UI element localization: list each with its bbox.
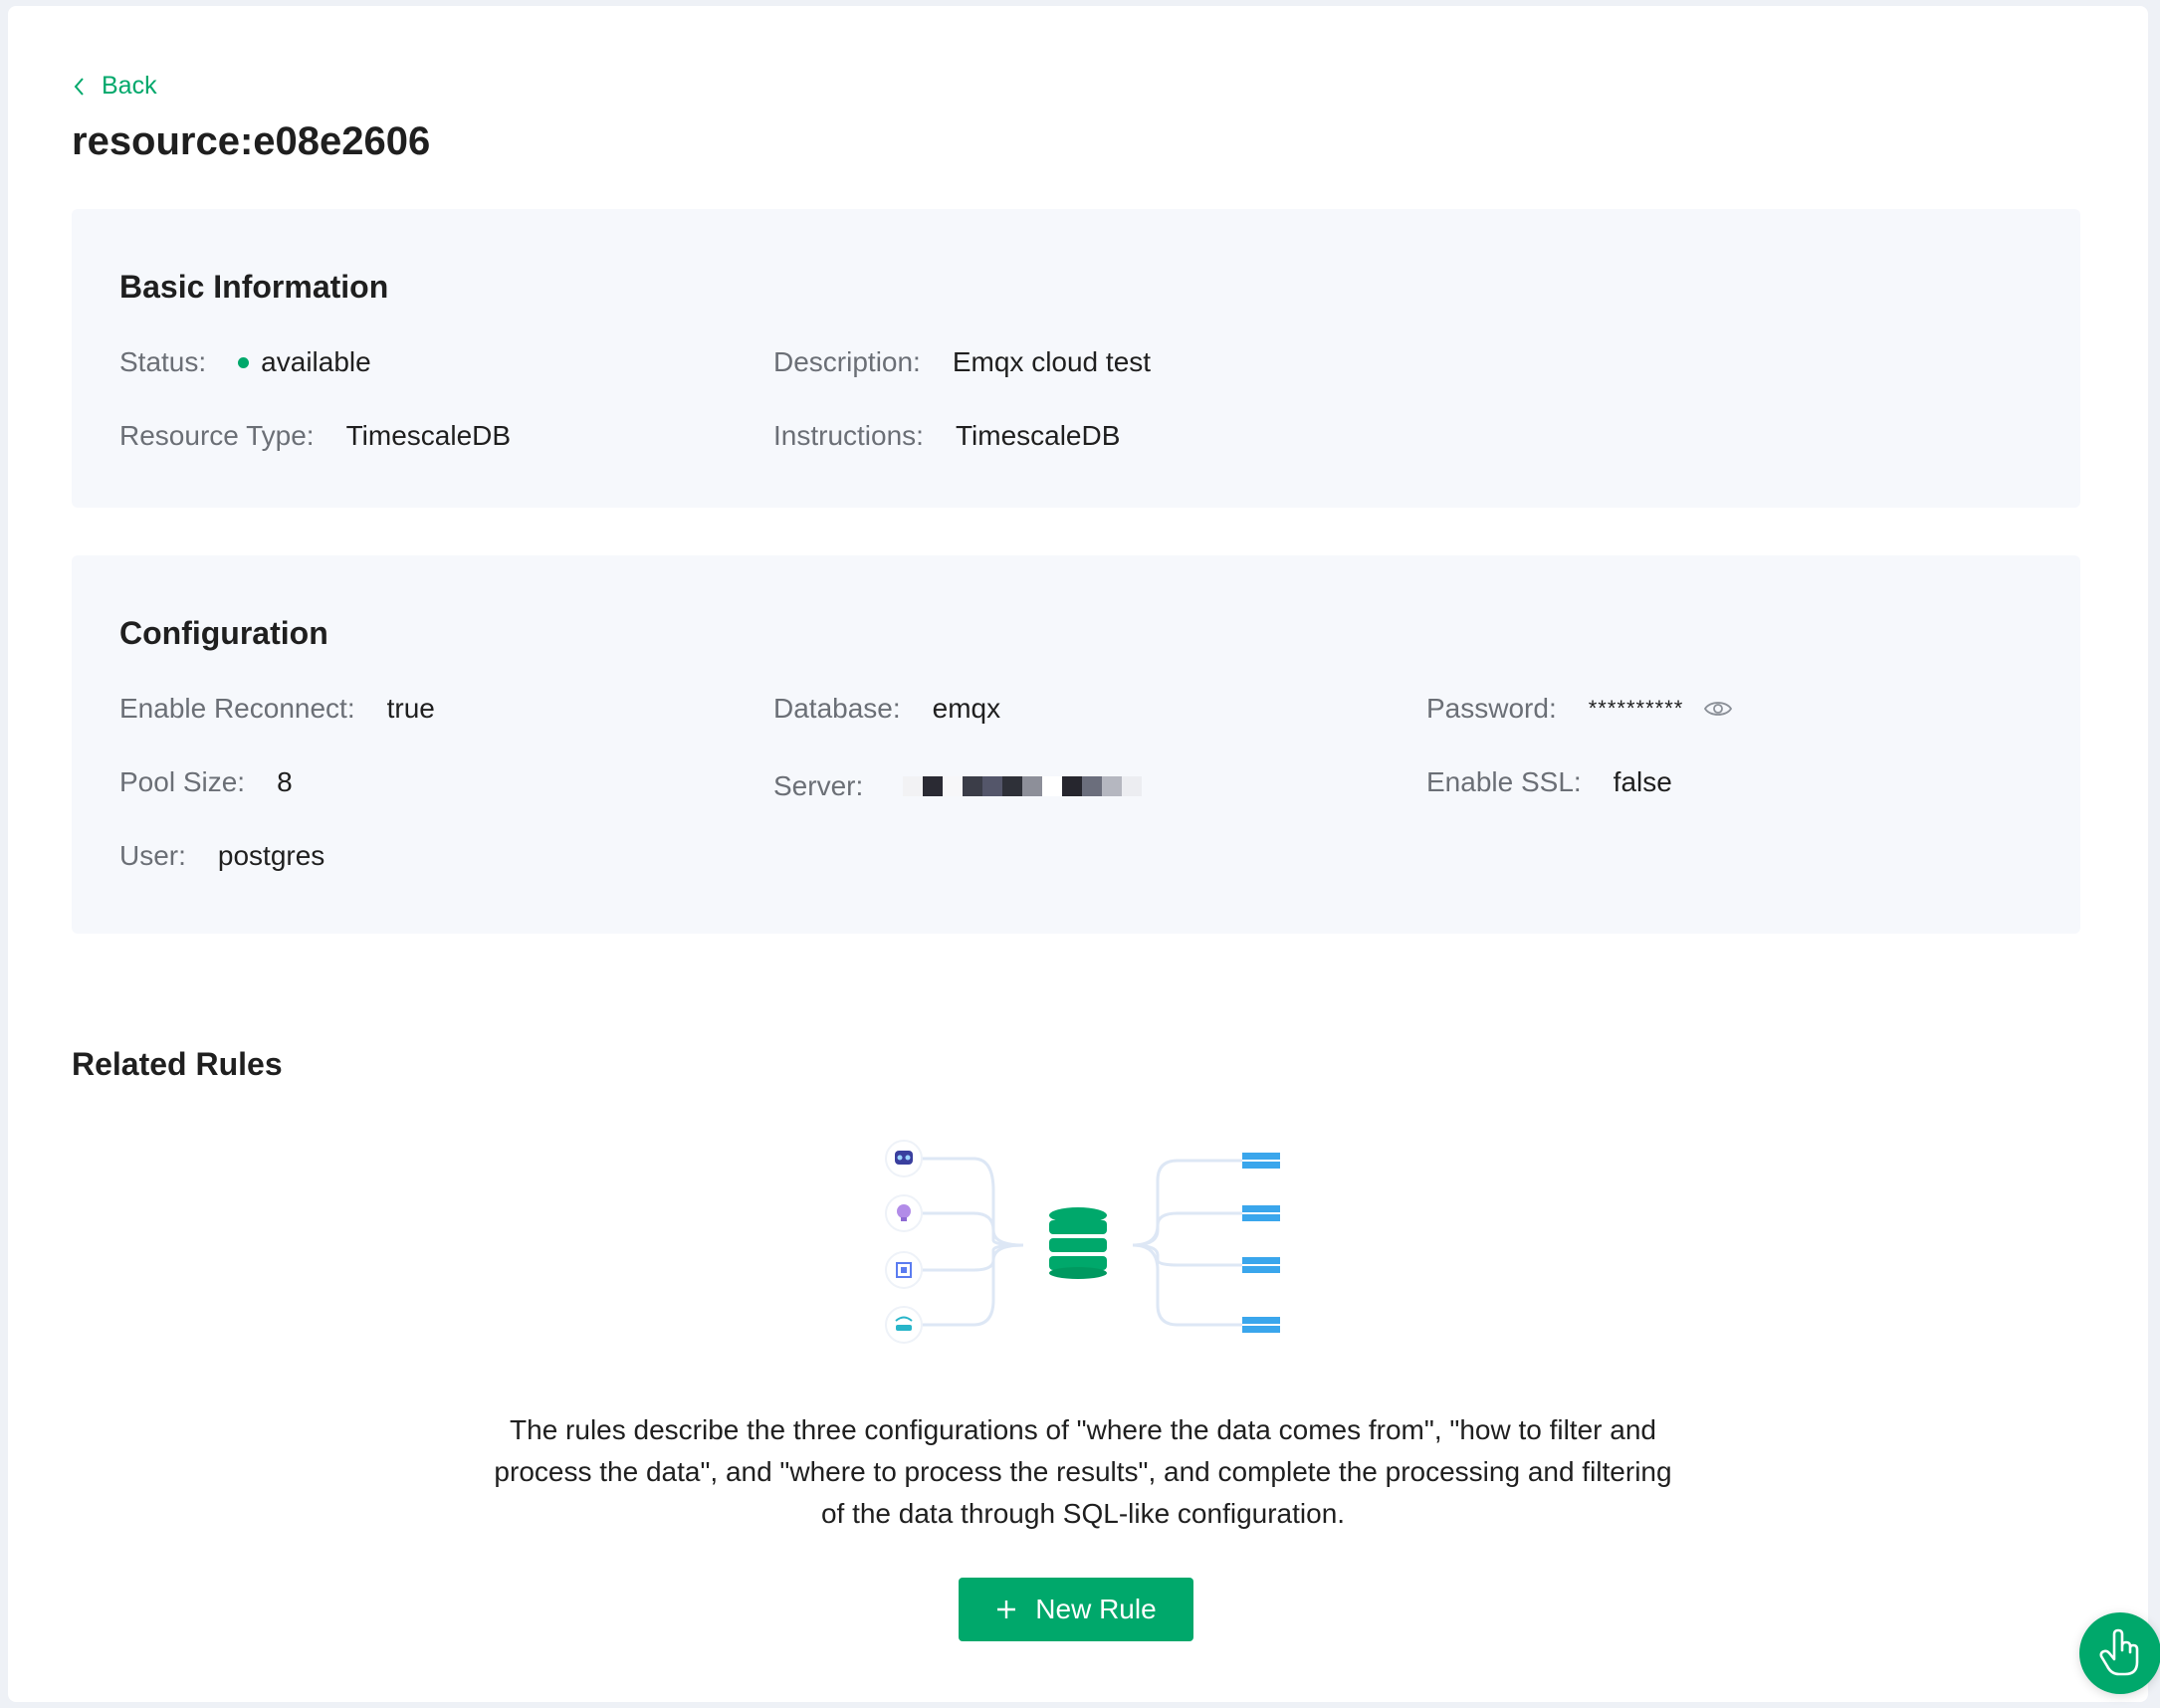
status-field: Status: available (119, 346, 371, 378)
instructions-label: Instructions: (773, 420, 924, 451)
pool-size-label: Pool Size: (119, 766, 246, 797)
password-label: Password: (1426, 693, 1557, 724)
instructions-value: TimescaleDB (955, 420, 1121, 451)
description-label: Description: (773, 346, 921, 377)
server-label: Server: (773, 770, 864, 801)
rules-flow-illustration (885, 1140, 1280, 1344)
pool-size-value: 8 (277, 766, 293, 797)
resource-detail-page: Back resource:e08e2606 Basic Information… (8, 6, 2148, 1702)
page-title: resource:e08e2606 (72, 119, 431, 163)
database-value: emqx (932, 693, 1001, 724)
pointer-hand-icon (2099, 1628, 2139, 1676)
configuration-heading: Configuration (119, 615, 328, 651)
server-icon (1242, 1153, 1280, 1333)
plus-icon (997, 1601, 1016, 1618)
related-rules-description: The rules describe the three configurati… (494, 1414, 1672, 1529)
eye-icon[interactable] (1703, 698, 1733, 720)
bulb-icon (885, 1194, 923, 1232)
back-label: Back (102, 72, 157, 100)
database-icon (1049, 1207, 1107, 1279)
enable-ssl-value: false (1613, 766, 1672, 797)
password-field: Password: ********** (1426, 693, 1733, 725)
chevron-left-icon (74, 77, 84, 96)
new-rule-label: New Rule (1035, 1594, 1157, 1624)
help-pointer-button[interactable] (2079, 1612, 2160, 1694)
description-field: Description: Emqx cloud test (773, 346, 1151, 378)
enable-reconnect-label: Enable Reconnect: (119, 693, 355, 724)
password-value: ********** (1588, 696, 1684, 721)
user-value: postgres (217, 840, 325, 871)
pool-size-field: Pool Size: 8 (119, 766, 293, 798)
status-value: available (261, 346, 371, 377)
description-value: Emqx cloud test (952, 346, 1152, 377)
user-label: User: (119, 840, 186, 871)
resource-type-label: Resource Type: (119, 420, 315, 451)
instructions-field: Instructions: TimescaleDB (773, 420, 1120, 452)
robot-icon (885, 1140, 923, 1177)
database-label: Database: (773, 693, 901, 724)
enable-ssl-field: Enable SSL: false (1426, 766, 1672, 798)
enable-reconnect-field: Enable Reconnect: true (119, 693, 435, 725)
user-field: User: postgres (119, 840, 324, 872)
resource-type-value: TimescaleDB (345, 420, 512, 451)
resource-type-field: Resource Type: TimescaleDB (119, 420, 511, 452)
configuration-card: Configuration Enable Reconnect: true Dat… (72, 555, 2080, 934)
status-label: Status: (119, 346, 207, 377)
server-value-redacted (903, 766, 1143, 806)
chip-icon (885, 1251, 923, 1289)
new-rule-button[interactable]: New Rule (959, 1578, 1193, 1641)
back-link[interactable]: Back (72, 72, 157, 101)
related-rules-heading: Related Rules (72, 1046, 283, 1082)
server-field: Server: (773, 766, 1143, 806)
enable-ssl-label: Enable SSL: (1426, 766, 1582, 797)
router-icon (885, 1306, 923, 1344)
database-field: Database: emqx (773, 693, 1000, 725)
basic-info-heading: Basic Information (119, 269, 389, 305)
status-dot-icon (238, 356, 250, 368)
basic-info-card: Basic Information Status: available Desc… (72, 209, 2080, 508)
enable-reconnect-value: true (386, 693, 435, 724)
